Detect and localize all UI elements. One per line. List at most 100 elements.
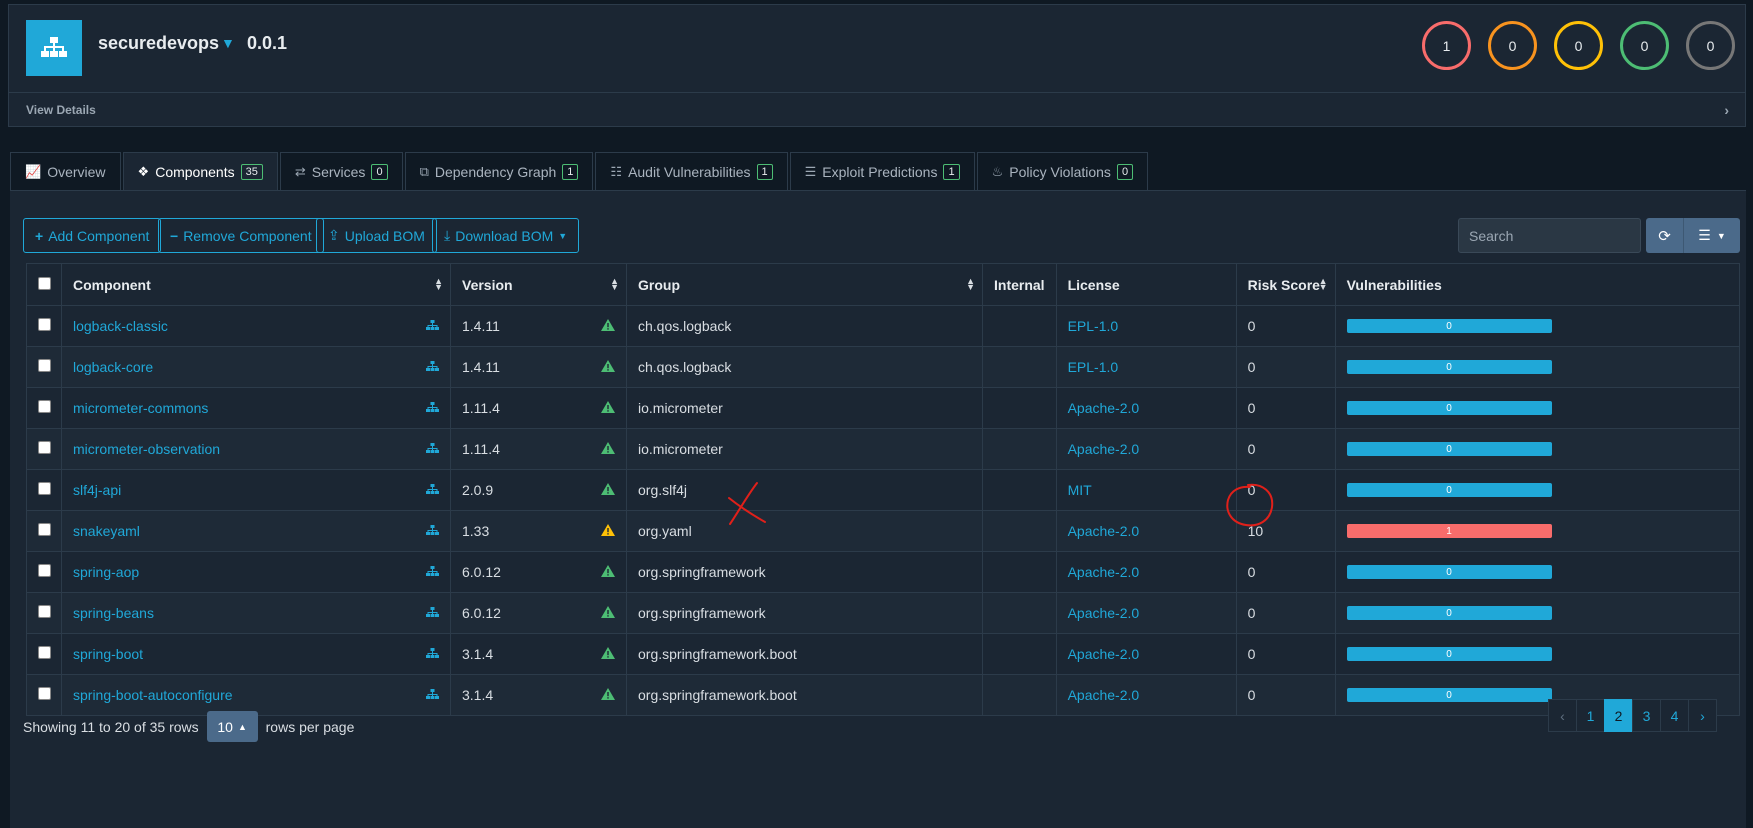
column-version[interactable]: Version ▲ ▼ <box>450 263 627 306</box>
tab-dependency-graph[interactable]: ⧉ Dependency Graph 1 <box>404 152 594 190</box>
sort-icon: ▲ ▼ <box>610 276 619 292</box>
table-row[interactable]: micrometer-commons 1.11.4 io.micrometer Apa… <box>26 387 1741 429</box>
table-row[interactable]: slf4j-api 2.0.9 org.slf4j MIT 0 0 <box>26 469 1741 511</box>
dependency-graph-icon[interactable] <box>426 687 439 703</box>
tab-services[interactable]: ⇄ Services 0 <box>279 152 403 190</box>
risk-score-cell: 0 <box>1235 592 1336 634</box>
license-link[interactable]: Apache-2.0 <box>1068 523 1140 539</box>
column-license[interactable]: License <box>1055 263 1237 306</box>
row-checkbox[interactable] <box>37 523 51 536</box>
table-row[interactable]: logback-core 1.4.11 ch.qos.logback EPL-1.0 0… <box>26 346 1741 388</box>
component-link[interactable]: snakeyaml <box>73 523 140 539</box>
row-checkbox[interactable] <box>37 605 51 618</box>
row-checkbox[interactable] <box>37 400 51 413</box>
component-cell: spring-beans <box>61 592 451 634</box>
dependency-graph-icon[interactable] <box>426 400 439 416</box>
internal-cell <box>982 510 1057 552</box>
component-link[interactable]: logback-classic <box>73 318 168 334</box>
page-button[interactable]: 3 <box>1632 699 1661 732</box>
component-link[interactable]: slf4j-api <box>73 482 121 498</box>
columns-toggle-button[interactable]: ☰ ▼ <box>1683 218 1740 253</box>
table-row[interactable]: logback-classic 1.4.11 ch.qos.logback EPL-1… <box>26 305 1741 347</box>
previous-page-button[interactable]: ‹ <box>1548 699 1577 732</box>
component-link[interactable]: spring-beans <box>73 605 154 621</box>
row-checkbox[interactable] <box>37 359 51 372</box>
component-link[interactable]: spring-boot <box>73 646 143 662</box>
internal-cell <box>982 674 1057 716</box>
upload-bom-button[interactable]: ⇪ Upload BOM <box>316 218 437 253</box>
risk-score-cell: 0 <box>1235 551 1336 593</box>
table-row[interactable]: micrometer-observation 1.11.4 io.micromete… <box>26 428 1741 470</box>
project-version-dropdown-icon[interactable]: ▼ <box>221 35 235 51</box>
table-header-row: Component ▲ ▼ Version ▲ ▼ Group ▲ ▼ Interna… <box>26 263 1741 306</box>
refresh-button[interactable]: ⟳ <box>1646 218 1683 253</box>
row-checkbox[interactable] <box>37 646 51 659</box>
column-group[interactable]: Group ▲ ▼ <box>626 263 983 306</box>
tab-audit-vulnerabilities[interactable]: ☷ Audit Vulnerabilities 1 <box>595 152 788 190</box>
version-text: 1.11.4 <box>462 441 500 457</box>
select-all-checkbox[interactable] <box>37 276 51 290</box>
outdated-warning-icon <box>601 523 615 539</box>
next-page-button[interactable]: › <box>1688 699 1717 732</box>
table-row[interactable]: spring-beans 6.0.12 org.springframework Apa… <box>26 592 1741 634</box>
tab-components[interactable]: ❖ Components 35 <box>122 152 278 190</box>
license-link[interactable]: MIT <box>1068 482 1092 498</box>
row-checkbox[interactable] <box>37 564 51 577</box>
component-link[interactable]: logback-core <box>73 359 153 375</box>
license-link[interactable]: Apache-2.0 <box>1068 646 1140 662</box>
search-input[interactable] <box>1458 218 1641 253</box>
page-size-dropdown[interactable]: 10 ▲ <box>206 711 258 742</box>
dependency-graph-icon[interactable] <box>426 523 439 539</box>
dependency-graph-icon[interactable] <box>426 646 439 662</box>
risk-score-cell: 0 <box>1235 305 1336 347</box>
row-checkbox[interactable] <box>37 687 51 700</box>
column-vulnerabilities[interactable]: Vulnerabilities <box>1334 263 1741 306</box>
license-link[interactable]: Apache-2.0 <box>1068 564 1140 580</box>
row-checkbox[interactable] <box>37 482 51 495</box>
risk-score-cell: 0 <box>1235 428 1336 470</box>
license-link[interactable]: Apache-2.0 <box>1068 687 1140 703</box>
column-internal[interactable]: Internal <box>982 263 1057 306</box>
tab-policy-violations[interactable]: ♨ Policy Violations 0 <box>976 152 1149 190</box>
remove-component-button[interactable]: − Remove Component <box>158 218 324 253</box>
table-row[interactable]: spring-boot 3.1.4 org.springframework.boot… <box>26 633 1741 675</box>
table-row[interactable]: snakeyaml 1.33 org.yaml Apache-2.0 10 1 <box>26 510 1741 552</box>
table-row[interactable]: spring-aop 6.0.12 org.springframework Apach… <box>26 551 1741 593</box>
row-checkbox[interactable] <box>37 441 51 454</box>
refresh-icon: ⟳ <box>1658 227 1671 245</box>
row-select-cell <box>26 551 62 593</box>
tab-count-badge: 1 <box>943 163 960 180</box>
component-link[interactable]: spring-aop <box>73 564 139 580</box>
component-link[interactable]: spring-boot-autoconfigure <box>73 687 233 703</box>
up-to-date-icon <box>601 441 615 457</box>
license-link[interactable]: Apache-2.0 <box>1068 441 1140 457</box>
component-link[interactable]: micrometer-commons <box>73 400 208 416</box>
page-button[interactable]: 1 <box>1576 699 1605 732</box>
dependency-graph-icon[interactable] <box>426 318 439 334</box>
row-checkbox[interactable] <box>37 318 51 331</box>
view-details-toggle[interactable]: View Details › <box>9 93 1745 127</box>
license-link[interactable]: Apache-2.0 <box>1068 605 1140 621</box>
dependency-graph-icon[interactable] <box>426 564 439 580</box>
dependency-graph-icon[interactable] <box>426 441 439 457</box>
group-cell: ch.qos.logback <box>626 305 983 347</box>
tab-exploit-predictions[interactable]: ☰ Exploit Predictions 1 <box>789 152 975 190</box>
license-link[interactable]: Apache-2.0 <box>1068 400 1140 416</box>
component-link[interactable]: micrometer-observation <box>73 441 220 457</box>
download-bom-button[interactable]: ⤓ Download BOM ▼ <box>432 218 580 253</box>
vulnerabilities-cell: 0 <box>1334 633 1741 675</box>
dependency-graph-icon[interactable] <box>426 605 439 621</box>
column-component[interactable]: Component ▲ ▼ <box>61 263 451 306</box>
dependency-graph-icon[interactable] <box>426 482 439 498</box>
page-button[interactable]: 4 <box>1660 699 1689 732</box>
license-link[interactable]: EPL-1.0 <box>1068 318 1119 334</box>
column-risk-score[interactable]: Risk Score ▲ ▼ <box>1235 263 1336 306</box>
dependency-graph-icon[interactable] <box>426 359 439 375</box>
tab-overview[interactable]: 📈 Overview <box>10 152 121 190</box>
table-row[interactable]: spring-boot-autoconfigure 3.1.4 org.spring… <box>26 674 1741 716</box>
add-component-button[interactable]: + Add Component <box>23 218 162 253</box>
license-link[interactable]: EPL-1.0 <box>1068 359 1119 375</box>
page-button[interactable]: 2 <box>1604 699 1633 732</box>
vulnerability-bar: 0 <box>1346 483 1552 497</box>
internal-cell <box>982 633 1057 675</box>
